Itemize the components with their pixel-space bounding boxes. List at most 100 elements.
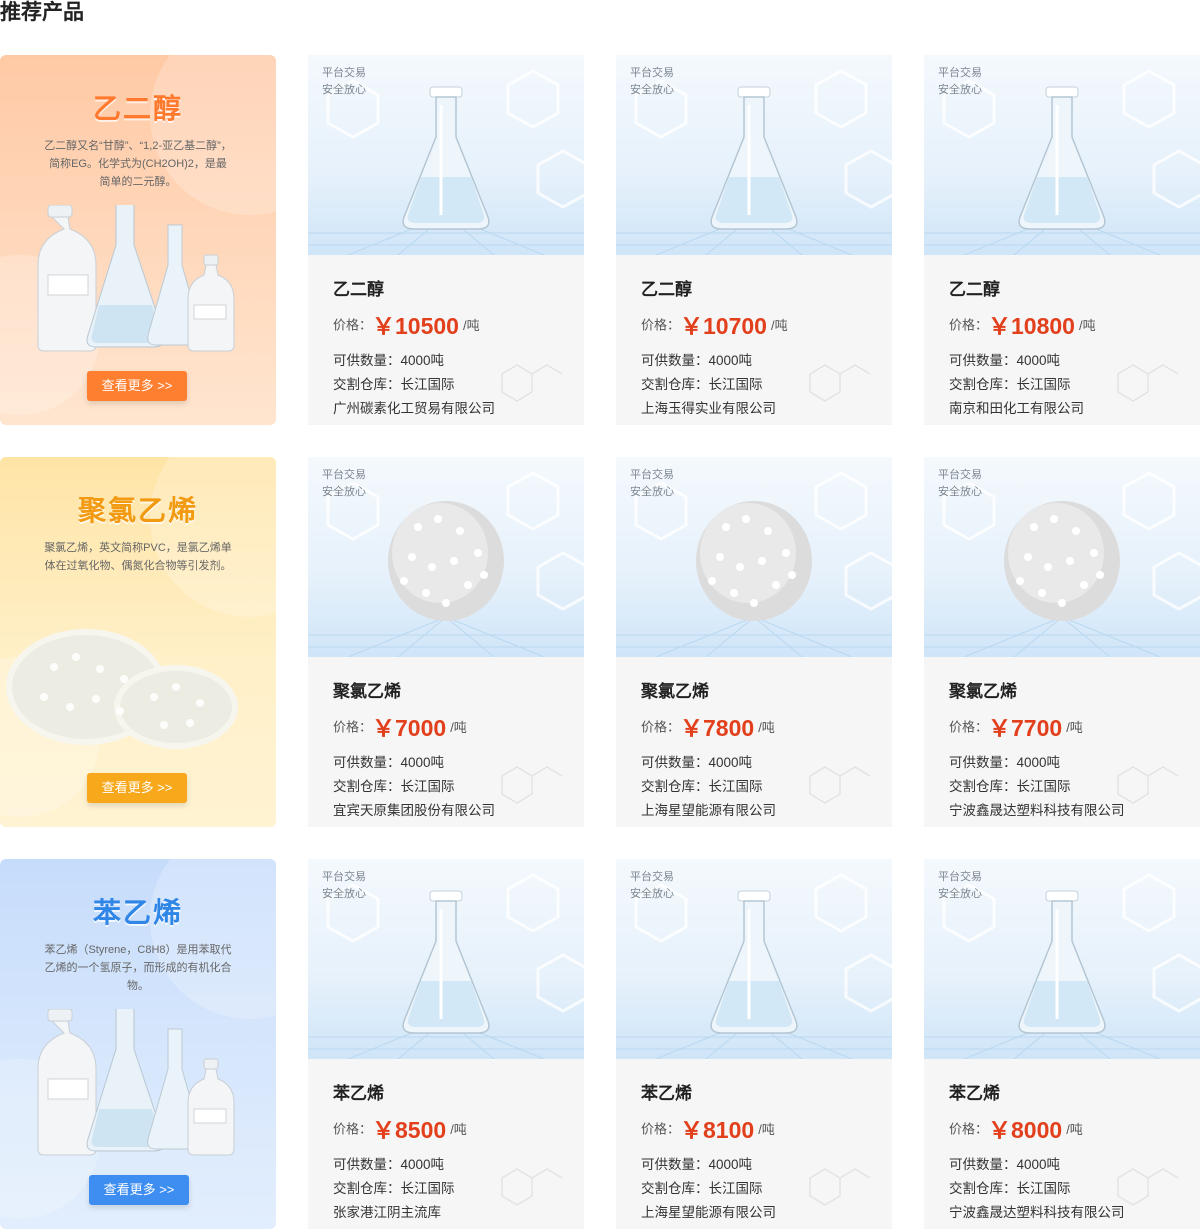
benzene-icon: [501, 766, 563, 804]
product-name: 聚氯乙烯: [949, 682, 1017, 701]
product-warehouse: 交割仓库：长江国际: [333, 1181, 455, 1196]
product-price: 价格：￥7700/吨: [949, 709, 1083, 741]
product-company: 上海星望能源有限公司: [641, 803, 776, 818]
flask: [1018, 890, 1106, 1034]
product-image: 平台交易 安全放心: [616, 55, 892, 255]
product-price: 价格：￥7800/吨: [641, 709, 775, 741]
benzene-icon: [1117, 1168, 1179, 1206]
product-company: 南京和田化工有限公司: [949, 401, 1084, 416]
pellet-pile: [696, 501, 812, 621]
price-unit: /吨: [758, 1121, 775, 1137]
product-card[interactable]: 平台交易 安全放心 苯乙烯 价格：￥8100/吨 可供数量：4000吨 交割仓库…: [616, 859, 892, 1229]
product-name: 苯乙烯: [949, 1084, 1000, 1103]
trust-badge: 平台交易 安全放心: [322, 67, 366, 96]
product-image: 平台交易 安全放心: [924, 859, 1200, 1059]
price-value: ￥7700: [988, 715, 1063, 741]
product-image: 平台交易 安全放心: [308, 457, 584, 657]
view-more-button[interactable]: 查看更多 >>: [89, 1175, 189, 1205]
product-card[interactable]: 平台交易 安全放心 苯乙烯 价格：￥8500/吨 可供数量：4000吨 交割仓库…: [308, 859, 584, 1229]
pellet-pile: [388, 501, 504, 621]
product-card[interactable]: 平台交易 安全放心 乙二醇 价格：￥10700/吨 可供数量：4000吨 交割仓…: [616, 55, 892, 425]
product-name: 聚氯乙烯: [641, 682, 709, 701]
benzene-icon: [501, 364, 563, 402]
product-image: 平台交易 安全放心: [924, 457, 1200, 657]
product-quantity: 可供数量：4000吨: [949, 1157, 1061, 1172]
product-image: 平台交易 安全放心: [924, 55, 1200, 255]
benzene-icon: [1117, 364, 1179, 402]
product-warehouse: 交割仓库：长江国际: [949, 1181, 1071, 1196]
product-name: 乙二醇: [333, 280, 384, 299]
product-warehouse: 交割仓库：长江国际: [949, 779, 1071, 794]
category-title: 乙二醇: [92, 93, 183, 124]
product-card[interactable]: 平台交易 安全放心 聚氯乙烯 价格：￥7700/吨 可供数量：4000吨 交割仓…: [924, 457, 1200, 827]
category-title: 聚氯乙烯: [77, 495, 198, 526]
price-unit: /吨: [770, 317, 788, 333]
view-more-button[interactable]: 查看更多 >>: [87, 773, 187, 803]
trust-badge: 平台交易 安全放心: [322, 469, 366, 498]
price-label: 价格：: [333, 1121, 373, 1137]
category-promo-ethylene-glycol[interactable]: 乙二醇 乙二醇又名“甘醇”、“1,2-亚乙基二醇”，简称EG。化学式为(CH2O…: [0, 55, 276, 425]
price-value: ￥8000: [988, 1117, 1063, 1143]
product-price: 价格：￥7000/吨: [333, 709, 467, 741]
product-card[interactable]: 平台交易 安全放心 聚氯乙烯 价格：￥7000/吨 可供数量：4000吨 交割仓…: [308, 457, 584, 827]
product-warehouse: 交割仓库：长江国际: [641, 377, 763, 392]
product-name: 乙二醇: [949, 280, 1000, 299]
bottles-image: [37, 1009, 235, 1156]
product-card[interactable]: 平台交易 安全放心 乙二醇 价格：￥10800/吨 可供数量：4000吨 交割仓…: [924, 55, 1200, 425]
price-label: 价格：: [641, 1121, 681, 1137]
product-image: 平台交易 安全放心: [308, 859, 584, 1059]
product-quantity: 可供数量：4000吨: [949, 353, 1061, 368]
product-company: 张家港江阴主流库: [333, 1205, 441, 1220]
flask: [402, 86, 490, 230]
product-quantity: 可供数量：4000吨: [333, 353, 445, 368]
benzene-icon: [1117, 766, 1179, 804]
decor-bubble: [150, 457, 276, 617]
price-unit: /吨: [450, 1121, 467, 1137]
flask: [1018, 86, 1106, 230]
price-value: ￥7800: [680, 715, 755, 741]
decor-bubble: [150, 55, 276, 215]
product-name: 苯乙烯: [641, 1084, 692, 1103]
price-value: ￥10500: [372, 313, 459, 339]
bottles-image: [37, 205, 235, 352]
price-label: 价格：: [641, 719, 681, 735]
trust-badge: 平台交易 安全放心: [322, 871, 366, 900]
product-quantity: 可供数量：4000吨: [949, 755, 1061, 770]
pellets-image: [6, 629, 238, 749]
product-price: 价格：￥8500/吨: [333, 1111, 467, 1143]
price-unit: /吨: [1078, 317, 1096, 333]
product-image: 平台交易 安全放心: [616, 457, 892, 657]
product-warehouse: 交割仓库：长江国际: [333, 779, 455, 794]
benzene-icon: [809, 364, 871, 402]
product-company: 广州碳素化工贸易有限公司: [333, 401, 495, 416]
product-price: 价格：￥10700/吨: [641, 307, 788, 339]
benzene-icon: [809, 766, 871, 804]
product-company: 上海玉得实业有限公司: [641, 401, 776, 416]
product-price: 价格：￥8100/吨: [641, 1111, 775, 1143]
product-quantity: 可供数量：4000吨: [641, 755, 753, 770]
product-image: 平台交易 安全放心: [616, 859, 892, 1059]
product-card[interactable]: 平台交易 安全放心 苯乙烯 价格：￥8000/吨 可供数量：4000吨 交割仓库…: [924, 859, 1200, 1229]
category-row-ethylene-glycol: 乙二醇 乙二醇又名“甘醇”、“1,2-亚乙基二醇”，简称EG。化学式为(CH2O…: [0, 55, 1200, 425]
benzene-icon: [809, 1168, 871, 1206]
product-quantity: 可供数量：4000吨: [333, 755, 445, 770]
category-row-styrene: 苯乙烯 苯乙烯（Styrene，C8H8）是用苯取代乙烯的一个氢原子，而形成的有…: [0, 859, 1200, 1229]
product-company: 宜宾天原集团股份有限公司: [333, 803, 495, 818]
trust-badge: 平台交易 安全放心: [938, 871, 982, 900]
trust-badge: 平台交易 安全放心: [630, 67, 674, 96]
price-unit: /吨: [462, 317, 480, 333]
view-more-button[interactable]: 查看更多 >>: [87, 371, 187, 401]
product-card[interactable]: 平台交易 安全放心 乙二醇 价格：￥10500/吨 可供数量：4000吨 交割仓…: [308, 55, 584, 425]
price-label: 价格：: [949, 1121, 989, 1137]
price-value: ￥8500: [372, 1117, 447, 1143]
price-label: 价格：: [333, 719, 373, 735]
benzene-icon: [501, 1168, 563, 1206]
category-description: 乙二醇又名“甘醇”、“1,2-亚乙基二醇”，简称EG。化学式为(CH2OH)2，…: [44, 140, 232, 188]
price-value: ￥7000: [372, 715, 447, 741]
category-promo-styrene[interactable]: 苯乙烯 苯乙烯（Styrene，C8H8）是用苯取代乙烯的一个氢原子，而形成的有…: [0, 859, 276, 1229]
flask: [710, 890, 798, 1034]
product-card[interactable]: 平台交易 安全放心 聚氯乙烯 价格：￥7800/吨 可供数量：4000吨 交割仓…: [616, 457, 892, 827]
product-company: 宁波鑫晟达塑料科技有限公司: [949, 1205, 1125, 1220]
product-name: 聚氯乙烯: [333, 682, 401, 701]
category-promo-pvc[interactable]: 聚氯乙烯 聚氯乙烯，英文简称PVC，是氯乙烯单体在过氧化物、偶氮化合物等引发剂。…: [0, 457, 276, 827]
